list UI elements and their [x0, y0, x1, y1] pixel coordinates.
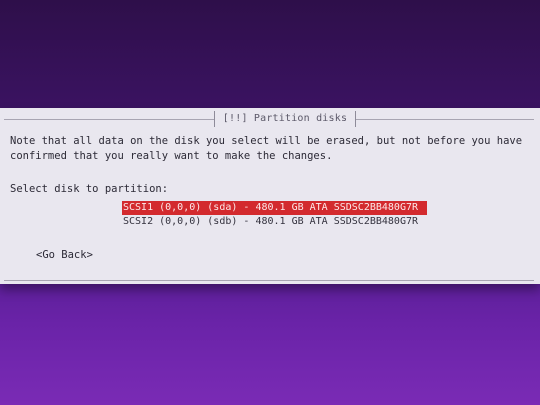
note-line-1: Note that all data on the disk you selec…	[10, 135, 523, 147]
disk-option-sdb[interactable]: SCSI2 (0,0,0) (sdb) - 480.1 GB ATA SSDSC…	[122, 215, 427, 229]
note-line-2: confirmed that you really want to make t…	[10, 150, 333, 162]
partition-disks-dialog: [!!] Partition disks Note that all data …	[0, 108, 540, 284]
go-back-button[interactable]: <Go Back>	[36, 248, 93, 263]
disk-list[interactable]: SCSI1 (0,0,0) (sda) - 480.1 GB ATA SSDSC…	[122, 201, 427, 229]
disk-option-sda[interactable]: SCSI1 (0,0,0) (sda) - 480.1 GB ATA SSDSC…	[122, 201, 427, 215]
warning-note: Note that all data on the disk you selec…	[10, 134, 530, 164]
installer-screen: [!!] Partition disks Note that all data …	[0, 0, 540, 405]
select-disk-prompt: Select disk to partition:	[10, 183, 169, 195]
dialog-title: [!!] Partition disks	[214, 111, 356, 127]
